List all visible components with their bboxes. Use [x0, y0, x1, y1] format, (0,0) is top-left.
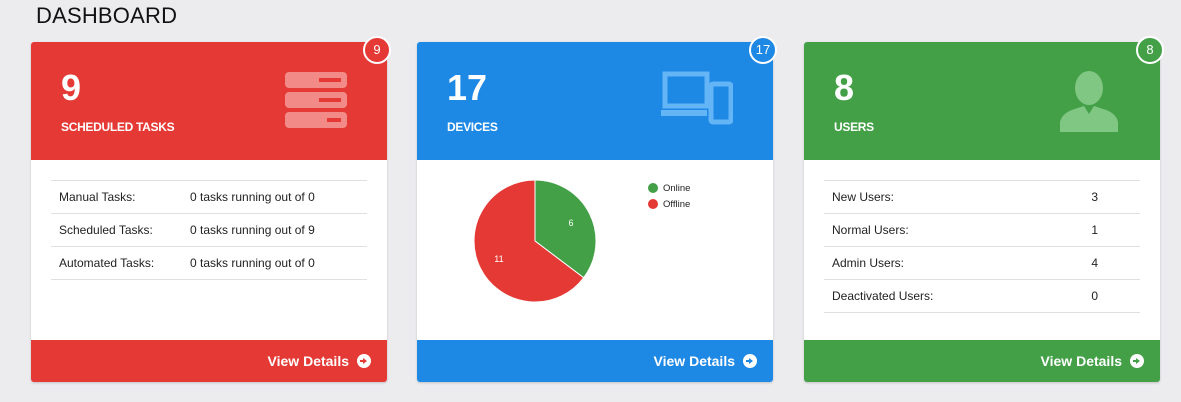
- scheduled-tasks-view-details-link[interactable]: View Details: [268, 340, 371, 382]
- devices-chart-legend: Online Offline: [648, 180, 690, 212]
- row-label: New Users:: [824, 180, 1043, 214]
- scheduled-tasks-card: 9 SCHEDULED TASKS 9 Manual Tasks: 0 task…: [31, 36, 391, 382]
- legend-item[interactable]: Online: [648, 180, 690, 196]
- scheduled-tasks-count: 9: [61, 67, 82, 108]
- users-footer: View Details: [804, 340, 1160, 382]
- user-icon: [1060, 71, 1118, 132]
- server-icon: [285, 72, 347, 128]
- users-header: 8 USERS 8: [804, 36, 1164, 160]
- pie-data-label: 6: [569, 218, 574, 228]
- users-count: 8: [834, 67, 855, 108]
- view-details-label: View Details: [1040, 353, 1122, 369]
- devices-footer: View Details: [417, 340, 773, 382]
- table-row: Normal Users: 1: [824, 213, 1140, 247]
- devices-view-details-link[interactable]: View Details: [654, 340, 757, 382]
- row-value: 3: [1042, 180, 1140, 214]
- users-table: New Users: 3 Normal Users: 1 Admin Users…: [824, 180, 1140, 313]
- page-title: DASHBOARD: [36, 3, 178, 28]
- table-row: Admin Users: 4: [824, 246, 1140, 280]
- row-label: Automated Tasks:: [51, 246, 190, 280]
- pie-data-label: 11: [494, 254, 503, 264]
- legend-label: Online: [663, 182, 691, 194]
- users-view-details-link[interactable]: View Details: [1041, 340, 1144, 382]
- table-row: Automated Tasks: 0 tasks running out of …: [51, 246, 367, 280]
- arrow-circle-right-icon: [1130, 354, 1144, 368]
- devices-count: 17: [447, 67, 488, 108]
- scheduled-tasks-footer: View Details: [31, 340, 387, 382]
- arrow-circle-right-icon: [743, 354, 757, 368]
- table-row: Scheduled Tasks: 0 tasks running out of …: [51, 213, 367, 247]
- scheduled-tasks-header: 9 SCHEDULED TASKS 9: [31, 36, 391, 160]
- view-details-label: View Details: [267, 353, 349, 369]
- devices-icon: [661, 71, 733, 125]
- row-value: 0: [1042, 279, 1140, 313]
- row-value: 0 tasks running out of 0: [190, 180, 367, 214]
- legend-item[interactable]: Offline: [648, 196, 690, 212]
- table-row: New Users: 3: [824, 180, 1140, 214]
- row-value: 4: [1042, 246, 1140, 280]
- row-value: 0 tasks running out of 0: [190, 246, 367, 280]
- scheduled-tasks-table: Manual Tasks: 0 tasks running out of 0 S…: [51, 180, 367, 280]
- devices-label: DEVICES: [447, 120, 498, 134]
- legend-swatch: [648, 199, 658, 209]
- scheduled-tasks-label: SCHEDULED TASKS: [61, 120, 175, 134]
- legend-swatch: [648, 183, 658, 193]
- view-details-label: View Details: [653, 353, 735, 369]
- row-value: 0 tasks running out of 9: [190, 213, 367, 247]
- row-label: Admin Users:: [824, 246, 1043, 280]
- devices-pie-chart: 6 11: [473, 179, 597, 303]
- row-value: 1: [1042, 213, 1140, 247]
- arrow-circle-right-icon: [357, 354, 371, 368]
- devices-badge: 17: [749, 36, 777, 64]
- users-card: 8 USERS 8 New Users: 3 Normal Users: 1 A…: [804, 36, 1164, 382]
- legend-label: Offline: [663, 198, 691, 210]
- devices-header: 17 DEVICES 17: [417, 36, 777, 160]
- row-label: Deactivated Users:: [824, 279, 1043, 313]
- row-label: Manual Tasks:: [51, 180, 190, 214]
- row-label: Scheduled Tasks:: [51, 213, 190, 247]
- scheduled-tasks-badge: 9: [363, 36, 391, 64]
- table-row: Manual Tasks: 0 tasks running out of 0: [51, 180, 367, 214]
- users-label: USERS: [834, 120, 874, 134]
- table-row: Deactivated Users: 0: [824, 279, 1140, 313]
- row-label: Normal Users:: [824, 213, 1043, 247]
- devices-card: 17 DEVICES 17 6 11 Online Offline View Det…: [417, 36, 777, 382]
- users-badge: 8: [1136, 36, 1164, 64]
